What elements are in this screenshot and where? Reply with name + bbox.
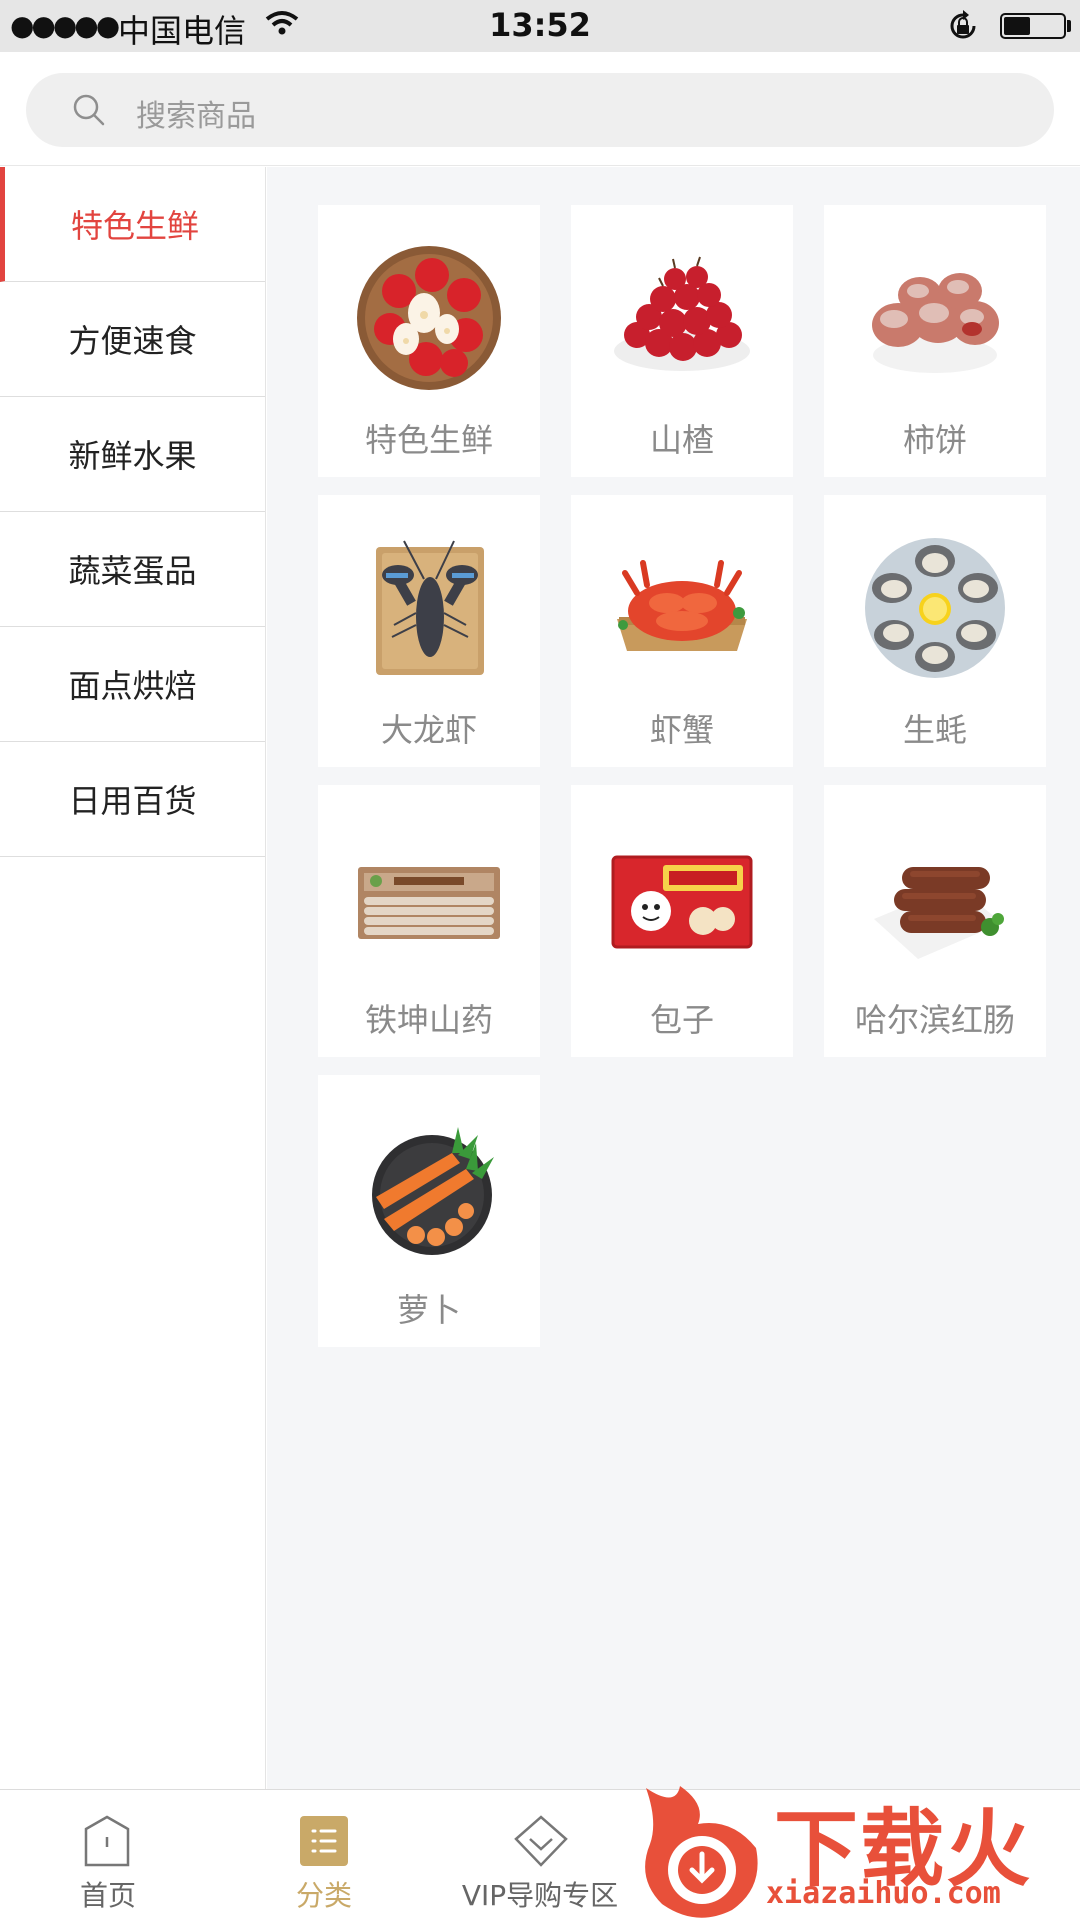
category-grid: 特色生鲜 山楂 柿饼 大龙虾 虾蟹 生蚝 铁坤山药 包子 哈尔滨红肠 萝卜 bbox=[267, 167, 1080, 1789]
sidebar-item-featured-fresh[interactable]: 特色生鲜 bbox=[0, 167, 265, 282]
battery-tip bbox=[1067, 20, 1071, 32]
battery-icon bbox=[1000, 13, 1066, 39]
grid-item-label: 虾蟹 bbox=[649, 711, 714, 749]
sidebar-item-fresh-fruit[interactable]: 新鲜水果 bbox=[0, 397, 265, 512]
yam-box-image bbox=[358, 867, 500, 939]
sidebar-item-bakery[interactable]: 面点烘焙 bbox=[0, 627, 265, 742]
crab-image bbox=[617, 560, 747, 651]
status-bar: ●●●●● 中国电信 13:52 bbox=[0, 0, 1080, 52]
watermark-url: xiazaihuo.com bbox=[766, 1876, 1001, 1911]
grid-item-label: 柿饼 bbox=[902, 421, 967, 459]
tab-vip-shopping[interactable]: VIP导购专区 bbox=[432, 1790, 648, 1920]
diamond-icon bbox=[514, 1815, 568, 1867]
sidebar-item-label: 新鲜水果 bbox=[68, 437, 197, 475]
grid-item-label: 包子 bbox=[649, 1001, 714, 1039]
grid-item-label: 萝卜 bbox=[396, 1291, 461, 1329]
battery-level bbox=[1004, 17, 1030, 35]
sidebar-item-daily-goods[interactable]: 日用百货 bbox=[0, 742, 265, 857]
dried-persimmon-image bbox=[872, 273, 999, 373]
grid-item-dried-persimmon[interactable]: 柿饼 bbox=[824, 205, 1046, 477]
hawthorn-bowl-image bbox=[614, 256, 750, 371]
wax-apple-bowl-image bbox=[357, 246, 501, 390]
sidebar-item-vegetables-eggs[interactable]: 蔬菜蛋品 bbox=[0, 512, 265, 627]
grid-item-shrimp-crab[interactable]: 虾蟹 bbox=[571, 495, 793, 767]
sidebar-item-instant-food[interactable]: 方便速食 bbox=[0, 282, 265, 397]
watermark-logo: 下载火 xiazaihuo.com bbox=[636, 1778, 1080, 1920]
tab-home[interactable]: 首页 bbox=[0, 1790, 216, 1920]
sidebar-item-label: 面点烘焙 bbox=[68, 667, 197, 705]
sidebar-item-label: 方便速食 bbox=[68, 322, 197, 360]
bun-package-image bbox=[611, 855, 753, 949]
app-screen: ●●●●● 中国电信 13:52 搜索商品 特色生鲜 方便速食 新鲜水果 蔬菜蛋… bbox=[0, 0, 1080, 1920]
grid-item-steamed-bun[interactable]: 包子 bbox=[571, 785, 793, 1057]
grid-item-tiekun-yam[interactable]: 铁坤山药 bbox=[318, 785, 540, 1057]
search-input[interactable]: 搜索商品 bbox=[26, 73, 1054, 147]
grid-item-lobster[interactable]: 大龙虾 bbox=[318, 495, 540, 767]
grid-item-label: 特色生鲜 bbox=[364, 421, 493, 459]
sidebar-item-label: 日用百货 bbox=[68, 782, 197, 820]
status-time: 13:52 bbox=[489, 6, 591, 44]
carrot-bowl-image bbox=[372, 1127, 494, 1255]
grid-item-label: 哈尔滨红肠 bbox=[854, 1001, 1015, 1039]
sidebar-item-label: 特色生鲜 bbox=[70, 207, 199, 245]
flame-logo-icon bbox=[645, 1786, 758, 1918]
orientation-lock-icon bbox=[950, 10, 976, 39]
grid-item-label: 山楂 bbox=[649, 421, 714, 459]
search-icon bbox=[73, 94, 105, 126]
tab-label: VIP导购专区 bbox=[461, 1879, 619, 1912]
grid-item-harbin-sausage[interactable]: 哈尔滨红肠 bbox=[824, 785, 1046, 1057]
grid-item-label: 铁坤山药 bbox=[364, 1001, 493, 1039]
tab-category[interactable]: 分类 bbox=[216, 1790, 432, 1920]
grid-item-oyster[interactable]: 生蚝 bbox=[824, 495, 1046, 767]
sidebar-item-label: 蔬菜蛋品 bbox=[68, 552, 197, 590]
category-icon bbox=[300, 1816, 348, 1866]
search-header: 搜索商品 bbox=[0, 52, 1080, 166]
grid-item-hawthorn[interactable]: 山楂 bbox=[571, 205, 793, 477]
lobster-image bbox=[376, 540, 484, 675]
grid-item-featured-fresh[interactable]: 特色生鲜 bbox=[318, 205, 540, 477]
tab-label: 分类 bbox=[295, 1879, 352, 1912]
home-icon bbox=[84, 1815, 130, 1867]
category-sidebar: 特色生鲜 方便速食 新鲜水果 蔬菜蛋品 面点烘焙 日用百货 bbox=[0, 167, 266, 1789]
grid-item-label: 大龙虾 bbox=[380, 711, 477, 749]
oyster-plate-image bbox=[865, 538, 1005, 678]
grid-item-carrot[interactable]: 萝卜 bbox=[318, 1075, 540, 1347]
search-placeholder: 搜索商品 bbox=[136, 99, 256, 134]
grid-item-label: 生蚝 bbox=[902, 711, 967, 749]
sausage-plate-image bbox=[874, 867, 1004, 959]
tab-label: 首页 bbox=[79, 1879, 136, 1912]
